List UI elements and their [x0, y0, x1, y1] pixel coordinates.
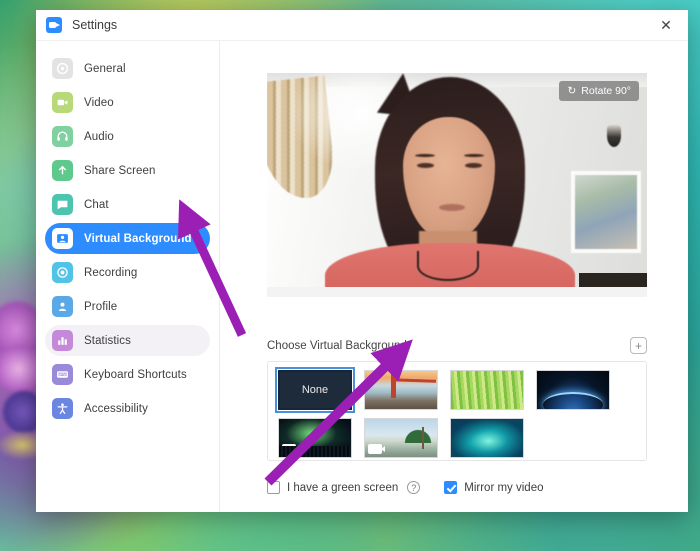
settings-sidebar: General Video Audio Share Screen Chat Vi… — [36, 41, 220, 512]
close-icon[interactable]: ✕ — [644, 10, 688, 40]
person-necklace — [417, 251, 479, 281]
help-icon[interactable]: ? — [407, 481, 421, 494]
green-screen-checkbox[interactable] — [267, 481, 280, 494]
sidebar-item-label: General — [84, 62, 126, 75]
sidebar-item-label: Statistics — [84, 334, 132, 347]
sidebar-item-general[interactable]: General — [45, 53, 210, 84]
rotate-90-button[interactable]: ↻ Rotate 90° — [559, 81, 639, 101]
zoom-logo-icon — [46, 17, 62, 33]
gear-icon — [52, 58, 73, 79]
rotate-button-label: Rotate 90° — [581, 85, 631, 97]
background-thumbnail-earth[interactable] — [536, 370, 610, 410]
window-body: General Video Audio Share Screen Chat Vi… — [36, 40, 688, 512]
person-eye — [465, 163, 482, 168]
person-card-icon — [52, 228, 73, 249]
choose-background-row: Choose Virtual Background + — [267, 337, 647, 354]
camera-feed — [267, 73, 647, 297]
bar-chart-icon — [52, 330, 73, 351]
rotate-icon: ↻ — [567, 85, 577, 97]
video-badge-icon — [368, 444, 385, 454]
video-preview: ↻ Rotate 90° — [267, 73, 647, 297]
settings-content-panel: ↻ Rotate 90° Choose Virtual Background +… — [220, 41, 688, 512]
sidebar-item-label: Video — [84, 96, 114, 109]
choose-background-label: Choose Virtual Background — [267, 339, 407, 352]
background-thumbnail-coral[interactable] — [450, 418, 524, 458]
sidebar-item-chat[interactable]: Chat — [45, 189, 210, 220]
mirror-video-label: Mirror my video — [464, 481, 544, 494]
preview-bottom-band — [267, 287, 647, 297]
sidebar-item-recording[interactable]: Recording — [45, 257, 210, 288]
background-thumbnail-bridge[interactable] — [364, 370, 438, 410]
video-badge-icon — [282, 444, 299, 454]
desktop-wallpaper: Settings ✕ General Video Audio Share Scr… — [0, 0, 700, 551]
sidebar-item-label: Share Screen — [84, 164, 156, 177]
sidebar-item-video[interactable]: Video — [45, 87, 210, 118]
sidebar-item-profile[interactable]: Profile — [45, 291, 210, 322]
person-mouth — [439, 204, 465, 211]
sidebar-item-label: Keyboard Shortcuts — [84, 368, 187, 381]
person-icon — [52, 296, 73, 317]
green-screen-label: I have a green screen — [287, 481, 399, 494]
sidebar-item-label: Virtual Background — [84, 232, 192, 245]
headset-icon — [52, 126, 73, 147]
background-thumbnail-aurora[interactable] — [278, 418, 352, 458]
person-eyebrow — [415, 154, 435, 157]
sidebar-item-label: Audio — [84, 130, 114, 143]
furniture-edge — [579, 273, 647, 287]
window-title: Settings — [72, 18, 118, 32]
keyboard-icon — [52, 364, 73, 385]
accessibility-icon — [52, 398, 73, 419]
green-screen-option[interactable]: I have a green screen ? — [267, 481, 421, 494]
sidebar-item-share-screen[interactable]: Share Screen — [45, 155, 210, 186]
sidebar-item-keyboard-shortcuts[interactable]: Keyboard Shortcuts — [45, 359, 210, 390]
mirror-video-option[interactable]: Mirror my video — [444, 481, 543, 494]
sidebar-item-label: Profile — [84, 300, 118, 313]
window-titlebar: Settings ✕ — [36, 10, 688, 40]
person-eye — [417, 163, 434, 168]
sidebar-item-statistics[interactable]: Statistics — [45, 325, 210, 356]
background-options-row: I have a green screen ? Mirror my video — [267, 481, 543, 494]
chat-icon — [52, 194, 73, 215]
person-eyebrow — [464, 154, 484, 157]
sidebar-item-accessibility[interactable]: Accessibility — [45, 393, 210, 424]
sidebar-item-label: Chat — [84, 198, 109, 211]
settings-window: Settings ✕ General Video Audio Share Scr… — [36, 10, 688, 512]
plus-icon[interactable]: + — [630, 337, 647, 354]
background-thumbnail-grass[interactable] — [450, 370, 524, 410]
thumbnail-label: None — [301, 384, 329, 396]
upload-icon — [52, 160, 73, 181]
record-icon — [52, 262, 73, 283]
sidebar-item-label: Accessibility — [84, 402, 148, 415]
video-icon — [52, 92, 73, 113]
background-thumbnail-none[interactable]: None — [275, 367, 355, 413]
wall-vase-decor — [607, 125, 621, 147]
wall-picture-frame — [571, 171, 641, 253]
sidebar-item-audio[interactable]: Audio — [45, 121, 210, 152]
virtual-background-grid: None — [267, 361, 647, 461]
sidebar-item-label: Recording — [84, 266, 138, 279]
background-thumbnail-beach[interactable] — [364, 418, 438, 458]
sidebar-item-virtual-background[interactable]: Virtual Background — [45, 223, 210, 254]
mirror-video-checkbox[interactable] — [444, 481, 458, 494]
